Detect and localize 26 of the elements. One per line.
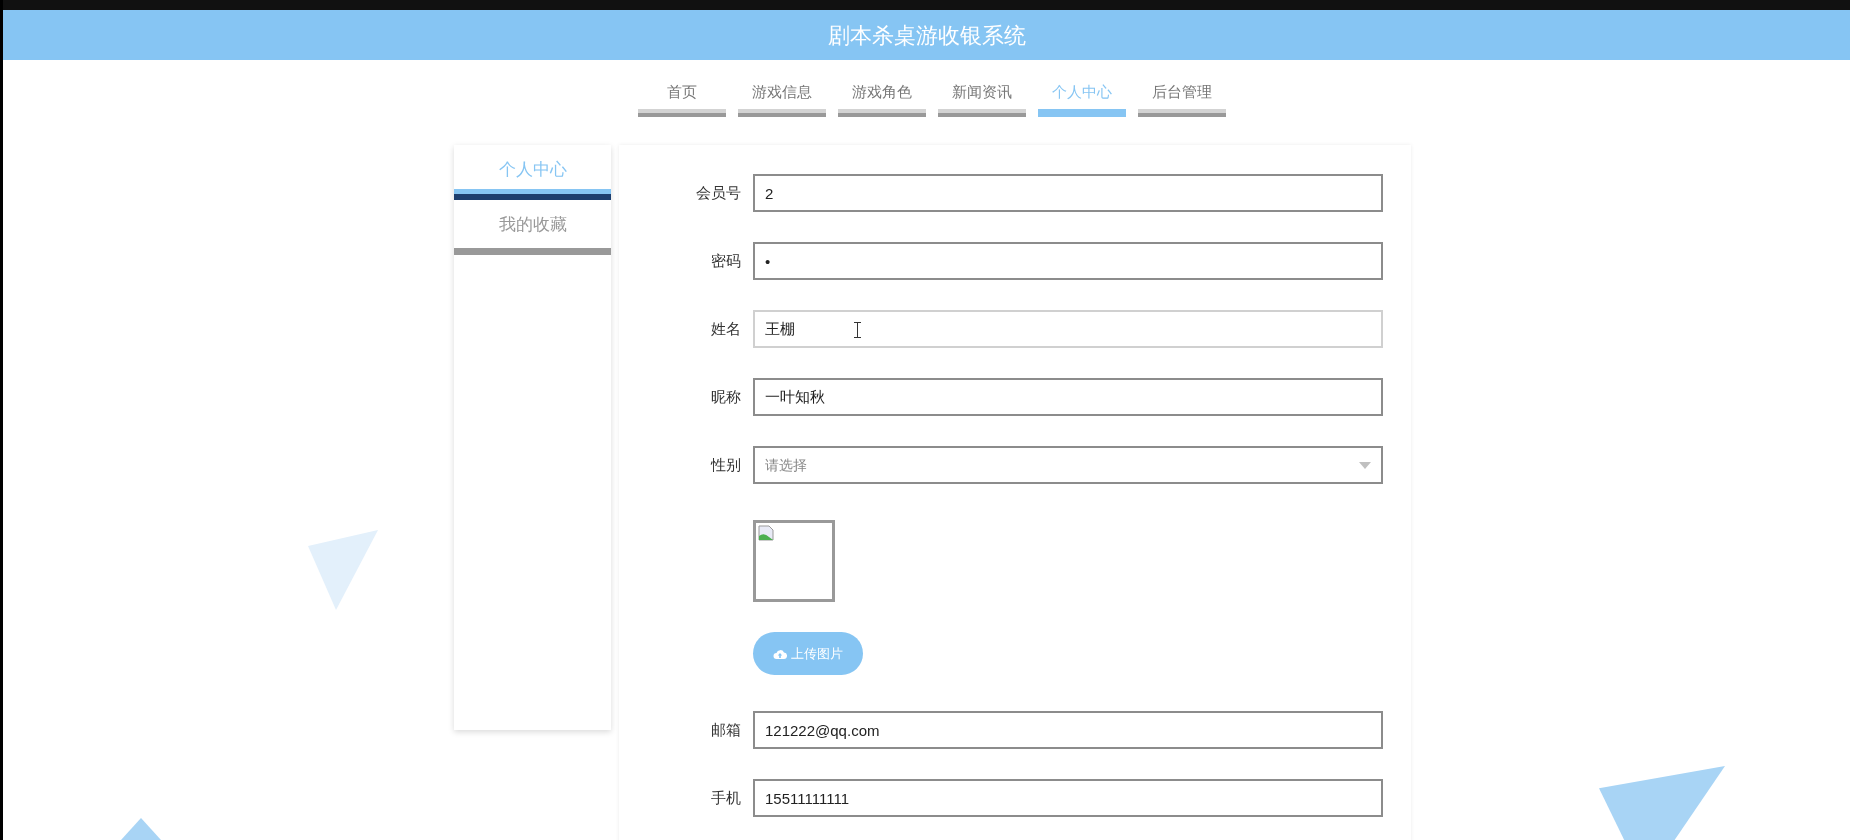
decorative-triangle: [121, 818, 161, 840]
field-label: 邮箱: [710, 719, 742, 740]
text-field[interactable]: 一叶知秋: [753, 378, 1383, 416]
app-title: 剧本杀桌游收银系统: [827, 21, 1026, 50]
field-label: 性别: [709, 454, 742, 475]
field-label: 姓名: [710, 318, 742, 339]
cloud-upload-icon: [773, 647, 787, 660]
gender-select[interactable]: 请选择: [753, 446, 1383, 484]
text-field[interactable]: 王棚: [753, 310, 1383, 348]
nav-tab[interactable]: 游戏角色: [837, 81, 926, 117]
field-label: 昵称: [710, 386, 742, 407]
field-label: 密码: [710, 250, 742, 271]
nav-tab[interactable]: 首页: [637, 81, 726, 117]
broken-image-icon: [758, 525, 774, 541]
nav-tab[interactable]: 新闻资讯: [937, 81, 1026, 117]
nav-tab[interactable]: 游戏信息: [737, 81, 826, 117]
text-field[interactable]: 15511111111: [753, 779, 1383, 817]
text-field[interactable]: 2: [753, 174, 1383, 212]
field-label: 会员号: [695, 182, 742, 203]
sidebar-item[interactable]: 我的收藏: [454, 200, 611, 255]
text-cursor-icon: [854, 322, 861, 338]
nav-tab[interactable]: 后台管理: [1137, 81, 1226, 117]
text-field[interactable]: 121222@qq.com: [753, 711, 1383, 749]
dropdown-arrow-icon: [1359, 461, 1371, 469]
field-label: 手机: [710, 787, 742, 808]
text-field[interactable]: •: [753, 242, 1383, 280]
